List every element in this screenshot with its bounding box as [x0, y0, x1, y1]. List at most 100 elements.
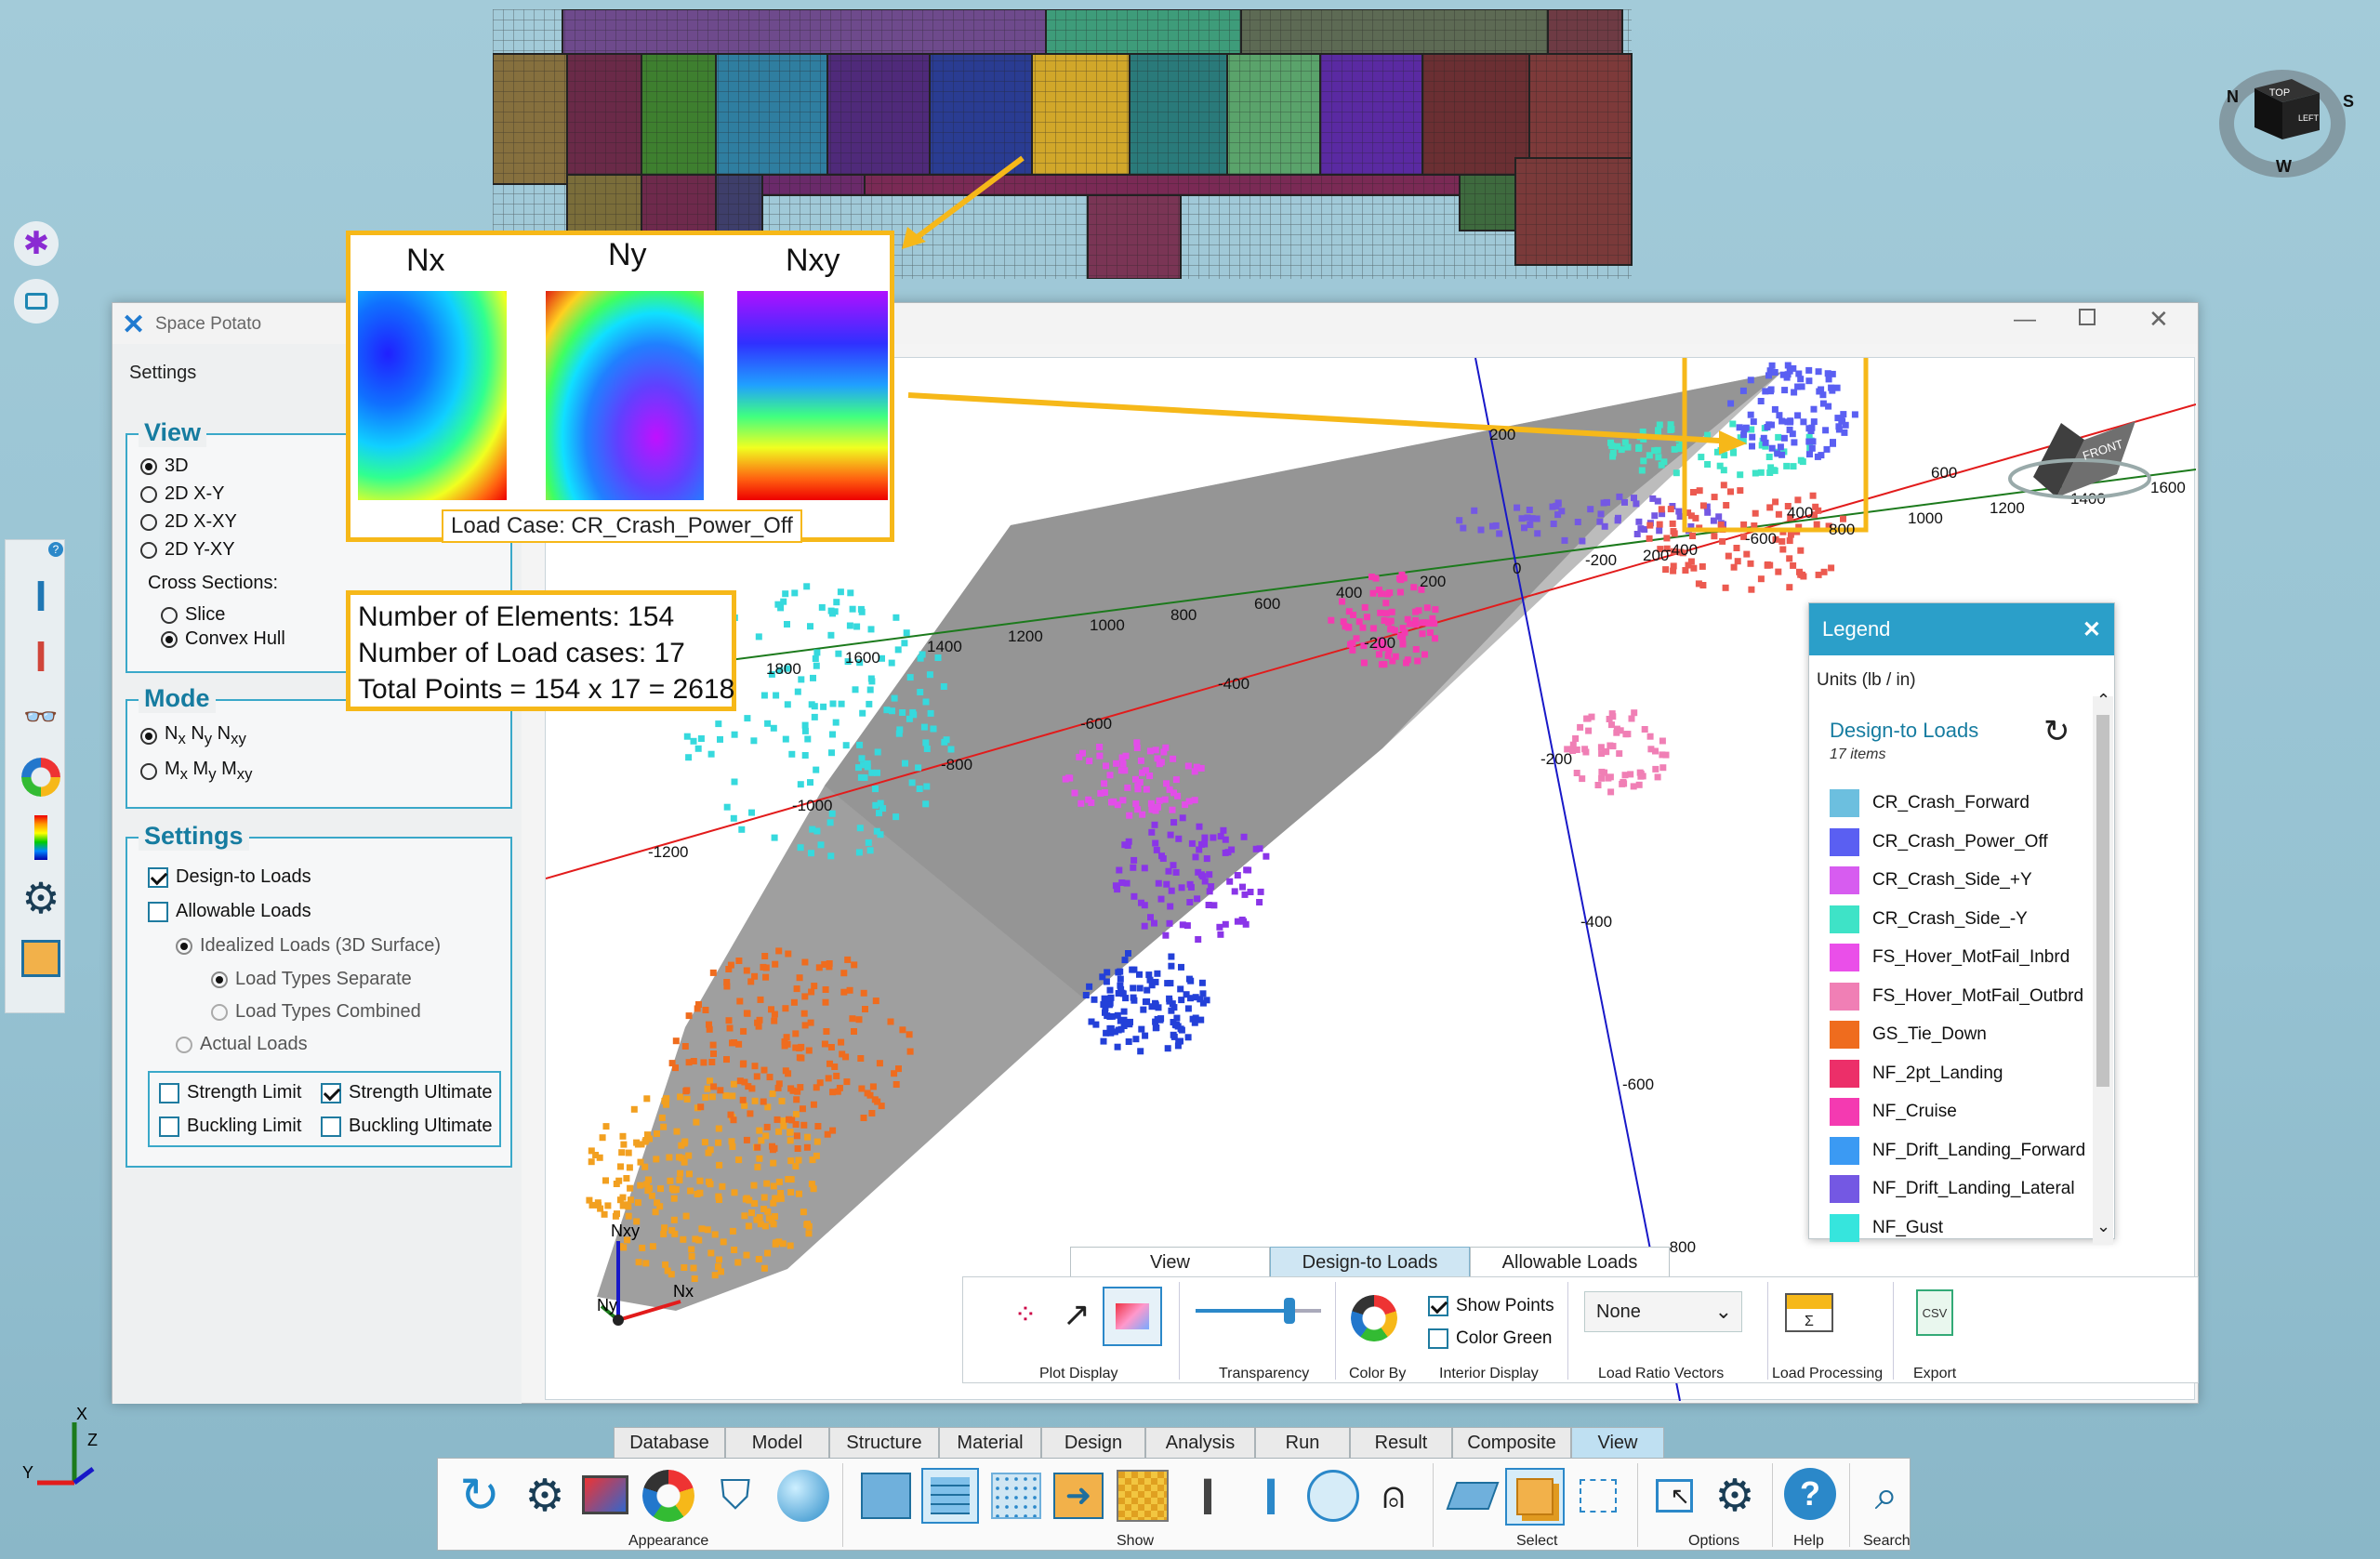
- close-button[interactable]: ✕: [2149, 305, 2169, 334]
- strength-limit-checkbox[interactable]: Strength Limit: [159, 1082, 301, 1103]
- buckling-limit-checkbox[interactable]: Buckling Limit: [159, 1116, 301, 1137]
- view-2d-yxy-radio[interactable]: 2D Y-XY: [140, 539, 235, 561]
- color-wheel-button[interactable]: [642, 1470, 694, 1522]
- view-2d-xy-radio[interactable]: 2D X-Y: [140, 483, 224, 505]
- legend-item[interactable]: NF_2pt_Landing: [1830, 1059, 2003, 1088]
- panel-button[interactable]: [861, 1473, 911, 1519]
- scroll-up-icon[interactable]: ⌃: [2096, 691, 2110, 710]
- load-point: [764, 720, 772, 727]
- legend-item[interactable]: FS_Hover_MotFail_Outbrd: [1830, 982, 2083, 1011]
- strength-ultimate-checkbox[interactable]: Strength Ultimate: [321, 1082, 493, 1103]
- plot-tab-view[interactable]: View: [1070, 1247, 1270, 1278]
- help-icon[interactable]: ?: [48, 542, 63, 557]
- vector-button[interactable]: ↗: [1053, 1291, 1100, 1338]
- slice-radio[interactable]: Slice: [161, 604, 225, 626]
- refresh-icon[interactable]: ↻: [2043, 713, 2070, 750]
- bolt-button[interactable]: [1307, 1470, 1359, 1522]
- paint-bucket-button[interactable]: ⛉: [707, 1468, 763, 1524]
- idealized-loads-radio[interactable]: Idealized Loads (3D Surface): [176, 935, 441, 957]
- main-tab-result[interactable]: Result: [1350, 1427, 1452, 1459]
- arrow-panel-button[interactable]: ➜: [1053, 1473, 1104, 1519]
- surface-button[interactable]: [1103, 1287, 1162, 1346]
- load-point: [1101, 995, 1108, 1002]
- color-green-checkbox[interactable]: Color Green: [1428, 1328, 1553, 1349]
- mode-m-radio[interactable]: Mx My Mxy: [140, 759, 252, 784]
- color-by-button[interactable]: [1344, 1288, 1404, 1348]
- actual-loads-radio[interactable]: Actual Loads: [176, 1034, 308, 1055]
- dots-grid-button[interactable]: [991, 1473, 1041, 1519]
- main-tab-run[interactable]: Run: [1255, 1427, 1350, 1459]
- navigation-compass[interactable]: TOP LEFT N S W: [2203, 51, 2361, 191]
- load-processing-button[interactable]: Σ: [1781, 1285, 1837, 1341]
- allowable-loads-checkbox[interactable]: Allowable Loads: [148, 901, 311, 922]
- legend-item[interactable]: NF_Drift_Landing_Lateral: [1830, 1175, 2075, 1203]
- scatter-button[interactable]: ⁘: [1002, 1291, 1049, 1338]
- legend-item[interactable]: GS_Tie_Down: [1830, 1021, 1987, 1049]
- maximize-button[interactable]: [2079, 309, 2096, 325]
- help-button[interactable]: ?: [1784, 1468, 1836, 1520]
- main-tab-database[interactable]: Database: [614, 1427, 725, 1459]
- report-tool[interactable]: [13, 931, 69, 986]
- view-2d-xxy-radio[interactable]: 2D X-XY: [140, 511, 237, 533]
- asterisk-tool-button[interactable]: ✱: [14, 221, 59, 266]
- main-tab-design[interactable]: Design: [1041, 1427, 1145, 1459]
- load-point: [1840, 411, 1847, 418]
- legend-item[interactable]: NF_Drift_Landing_Forward: [1830, 1136, 2085, 1165]
- plot-tab-design-to-loads[interactable]: Design-to Loads: [1270, 1247, 1470, 1278]
- play-beam-tool[interactable]: I: [13, 568, 69, 624]
- select-plane-button[interactable]: [1446, 1473, 1500, 1519]
- buckling-ultimate-checkbox[interactable]: Buckling Ultimate: [321, 1116, 493, 1137]
- export-csv-button[interactable]: CSV: [1907, 1285, 1963, 1341]
- load-ratio-select[interactable]: None ⌄: [1584, 1291, 1742, 1332]
- main-tab-material[interactable]: Material: [939, 1427, 1041, 1459]
- plot-viewcube[interactable]: FRONT: [2008, 421, 2151, 499]
- main-tab-model[interactable]: Model: [725, 1427, 829, 1459]
- load-types-combined-radio[interactable]: Load Types Combined: [211, 1001, 421, 1023]
- legend-item[interactable]: NF_Cruise: [1830, 1098, 1957, 1126]
- pointer-options-button[interactable]: ↖: [1646, 1468, 1702, 1524]
- options-gear-button[interactable]: ⚙: [1707, 1468, 1763, 1524]
- design-to-loads-checkbox[interactable]: Design-to Loads: [148, 866, 311, 888]
- ibeam-button[interactable]: I: [1182, 1467, 1234, 1526]
- donut-tool[interactable]: [13, 749, 69, 805]
- main-tab-composite[interactable]: Composite: [1452, 1427, 1571, 1459]
- plot-tab-allowable-loads[interactable]: Allowable Loads: [1470, 1247, 1670, 1278]
- legend-item[interactable]: CR_Crash_Side_-Y: [1830, 905, 2028, 933]
- search-button[interactable]: ⌕: [1860, 1468, 1912, 1524]
- checker-button[interactable]: [1117, 1470, 1169, 1522]
- check-beam-tool[interactable]: I: [13, 628, 69, 684]
- main-tab-view[interactable]: View: [1571, 1427, 1664, 1459]
- legend-item[interactable]: NF_Gust: [1830, 1213, 1943, 1242]
- select-box-button[interactable]: [1572, 1470, 1624, 1522]
- legend-close-button[interactable]: ✕: [2082, 616, 2101, 643]
- main-tab-analysis[interactable]: Analysis: [1145, 1427, 1255, 1459]
- scrollbar-thumb[interactable]: [2096, 715, 2109, 1087]
- grid-button[interactable]: [921, 1468, 979, 1524]
- colorbar-tool[interactable]: [13, 810, 69, 865]
- refresh-view-button[interactable]: ↻: [452, 1468, 508, 1524]
- transparency-slider-thumb[interactable]: [1284, 1298, 1296, 1324]
- transparency-slider-track[interactable]: [1196, 1298, 1321, 1324]
- show-points-checkbox[interactable]: Show Points: [1428, 1296, 1554, 1316]
- settings-gear-tool[interactable]: ⚙: [13, 870, 69, 926]
- legend-item[interactable]: CR_Crash_Side_+Y: [1830, 866, 2032, 894]
- minimize-button[interactable]: —: [2014, 307, 2036, 333]
- window-tool-button[interactable]: [14, 279, 59, 324]
- glasses-tool[interactable]: 👓: [13, 689, 69, 745]
- gear-eye-button[interactable]: ⚙: [517, 1468, 573, 1524]
- load-types-separate-radio[interactable]: Load Types Separate: [211, 969, 412, 990]
- legend-item[interactable]: CR_Crash_Power_Off: [1830, 827, 2048, 856]
- convex-hull-radio[interactable]: Convex Hull: [161, 628, 285, 650]
- astronaut-button[interactable]: ⍝: [1368, 1468, 1420, 1524]
- sphere-button[interactable]: [777, 1470, 829, 1522]
- legend-scrollbar[interactable]: ⌃ ⌄: [2093, 691, 2113, 1245]
- legend-item[interactable]: CR_Crash_Forward: [1830, 789, 2030, 817]
- view-3d-radio[interactable]: 3D: [140, 456, 189, 477]
- mode-n-radio[interactable]: Nx Ny Nxy: [140, 723, 246, 748]
- select-layers-button[interactable]: [1505, 1468, 1565, 1526]
- scroll-down-icon[interactable]: ⌄: [2096, 1217, 2110, 1236]
- display-button[interactable]: [582, 1475, 628, 1514]
- legend-item[interactable]: FS_Hover_MotFail_Inbrd: [1830, 944, 2069, 971]
- main-tab-structure[interactable]: Structure: [829, 1427, 939, 1459]
- blue-ibeam-button[interactable]: I: [1245, 1467, 1297, 1526]
